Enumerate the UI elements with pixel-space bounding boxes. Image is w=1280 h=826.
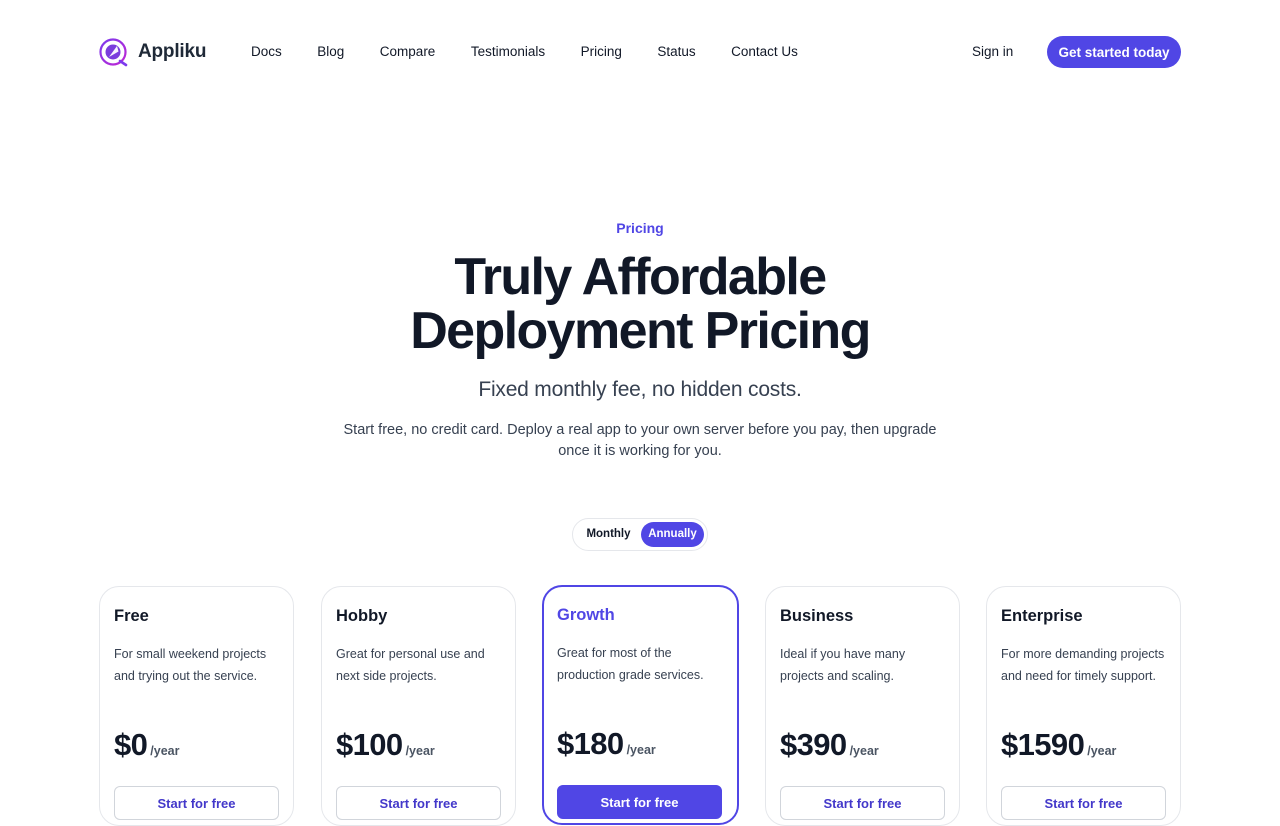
plan-card-hobby: Hobby Great for personal use and next si…	[321, 586, 516, 826]
plan-description: For small weekend projects and trying ou…	[114, 647, 267, 683]
page-title-line-2: Deployment Pricing	[410, 302, 871, 360]
price-amount: $0	[114, 727, 148, 762]
plan-start-button[interactable]: Start for free	[1001, 786, 1166, 820]
price-amount: $1590	[1001, 727, 1085, 762]
sign-in-link[interactable]: Sign in	[972, 43, 1013, 60]
plan-start-button[interactable]: Start for free	[780, 786, 945, 820]
nav-compare[interactable]: Compare	[380, 43, 436, 60]
appliku-rocket-logo-icon	[99, 37, 129, 67]
plan-description: Ideal if you have many projects and scal…	[780, 647, 906, 683]
nav-status[interactable]: Status	[657, 43, 695, 60]
nav-contact-us[interactable]: Contact Us	[731, 43, 798, 60]
plan-card-business: Business Ideal if you have many projects…	[765, 586, 960, 826]
price-period: /year	[1087, 744, 1117, 758]
site-header: Appliku Docs Blog Compare Testimonials P…	[0, 0, 1280, 102]
price-period: /year	[150, 744, 180, 758]
plan-name: Growth	[557, 606, 615, 624]
price-period: /year	[626, 743, 656, 757]
main-nav: Docs Blog Compare Testimonials Pricing S…	[251, 43, 833, 60]
plan-name: Business	[780, 607, 854, 625]
plan-name: Free	[114, 607, 149, 625]
plan-card-growth: Growth Great for most of the production …	[542, 585, 739, 825]
price-amount: $390	[780, 727, 847, 762]
nav-pricing[interactable]: Pricing	[581, 43, 622, 60]
plan-start-button[interactable]: Start for free	[557, 785, 722, 819]
price-amount: $100	[336, 727, 403, 762]
plan-price: $100 /year	[336, 727, 435, 763]
price-amount: $180	[557, 726, 624, 761]
plan-price: $180 /year	[557, 726, 656, 762]
page-title: Truly Affordable Deployment Pricing	[0, 250, 1280, 358]
nav-testimonials[interactable]: Testimonials	[471, 43, 545, 60]
nav-blog[interactable]: Blog	[317, 43, 344, 60]
plan-card-enterprise: Enterprise For more demanding projects a…	[986, 586, 1181, 826]
section-eyebrow: Pricing	[616, 220, 664, 236]
get-started-button[interactable]: Get started today	[1047, 36, 1181, 68]
page-subtitle: Fixed monthly fee, no hidden costs.	[478, 378, 802, 401]
plan-name: Hobby	[336, 607, 388, 625]
plan-start-button[interactable]: Start for free	[336, 786, 501, 820]
plan-name: Enterprise	[1001, 607, 1083, 625]
toggle-annually[interactable]: Annually	[640, 522, 704, 547]
plan-price: $0 /year	[114, 727, 180, 763]
nav-docs[interactable]: Docs	[251, 43, 282, 60]
plan-price: $390 /year	[780, 727, 879, 763]
brand-name: Appliku	[138, 41, 207, 62]
plan-description: Great for most of the production grade s…	[557, 646, 704, 682]
plan-start-button[interactable]: Start for free	[114, 786, 279, 820]
plan-description: For more demanding projects and need for…	[1001, 647, 1165, 683]
plan-description: Great for personal use and next side pro…	[336, 647, 485, 683]
plan-price: $1590 /year	[1001, 727, 1116, 763]
billing-period-toggle: Monthly Annually	[572, 518, 708, 551]
plan-card-free: Free For small weekend projects and tryi…	[99, 586, 294, 826]
toggle-monthly[interactable]: Monthly	[576, 522, 641, 547]
price-period: /year	[849, 744, 879, 758]
brand-logo-link[interactable]: Appliku	[99, 37, 206, 67]
price-period: /year	[405, 744, 435, 758]
page-title-line-1: Truly Affordable	[454, 248, 827, 306]
page-intro-text: Start free, no credit card. Deploy a rea…	[343, 422, 937, 459]
